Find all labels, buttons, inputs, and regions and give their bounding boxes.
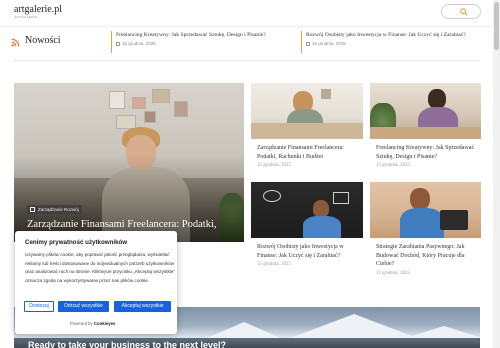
calendar-icon bbox=[116, 41, 120, 46]
news-item-title[interactable]: Freelancing Kreatywny: Jak Sprzedawać Sz… bbox=[116, 31, 266, 39]
card-date: 15 grudnia, 2025 bbox=[376, 163, 411, 168]
card-title[interactable]: Freelancing Kreatywny: Jak Sprzedawać Sz… bbox=[376, 144, 481, 161]
rss-icon bbox=[11, 38, 20, 47]
card-date: 15 grudnia, 2025 bbox=[257, 163, 292, 168]
page: artgalerie.pl ARTGALERIE Nowości Freelan… bbox=[0, 0, 500, 348]
card-image-frame bbox=[321, 89, 331, 99]
news-item[interactable]: Freelancing Kreatywny: Jak Sprzedawać Sz… bbox=[111, 31, 266, 53]
hero-article[interactable]: Zarządzanie Rozwój Zarządzanie Finansami… bbox=[14, 83, 244, 242]
page-scrollbar[interactable] bbox=[493, 0, 500, 348]
news-item-date: 15 grudnia, 2025 bbox=[116, 39, 266, 48]
card-image-person bbox=[400, 208, 444, 238]
banner-title[interactable]: Ready to take your business to the next … bbox=[28, 340, 226, 348]
site-logo[interactable]: artgalerie.pl ARTGALERIE bbox=[14, 4, 62, 19]
card-title[interactable]: Rozwój Osobisty jako Inwestycja w Finans… bbox=[257, 243, 362, 260]
cookie-consent-dialog: Cenimy prywatność użytkowników Używamy p… bbox=[15, 231, 177, 334]
card-image[interactable] bbox=[251, 182, 363, 238]
card-image-person bbox=[428, 89, 446, 109]
powered-by-brand: Cookieyes bbox=[93, 321, 116, 326]
news-heading: Nowości bbox=[25, 35, 61, 46]
card-image-person bbox=[410, 188, 430, 210]
card-image-chalk-drawing bbox=[263, 190, 281, 202]
news-item-title[interactable]: Rozwój Osobisty jako Inwestycja w Finans… bbox=[306, 31, 466, 39]
cookie-customize-button[interactable]: Dostosuj bbox=[24, 301, 54, 312]
site-header: artgalerie.pl ARTGALERIE bbox=[0, 0, 500, 27]
cookie-reject-button[interactable]: Odrzuć wszystkie bbox=[58, 301, 109, 312]
hero-category-badge[interactable]: Zarządzanie Rozwój bbox=[27, 205, 82, 214]
card-title[interactable]: Strategie Zarabiania Pasywnego: Jak Budo… bbox=[376, 243, 481, 269]
hero-category-label: Zarządzanie Rozwój bbox=[38, 207, 79, 212]
card-image-chalk-drawing bbox=[333, 192, 349, 204]
scrollbar-thumb[interactable] bbox=[494, 2, 499, 50]
calendar-icon bbox=[306, 41, 310, 46]
card-image[interactable] bbox=[370, 182, 481, 238]
card-image[interactable] bbox=[370, 83, 481, 139]
news-item[interactable]: Rozwój Osobisty jako Inwestycja w Finans… bbox=[301, 31, 466, 53]
card-title[interactable]: Zarządzanie Finansami Freelancera: Podat… bbox=[257, 144, 362, 161]
powered-by-label: Powered by bbox=[70, 321, 93, 326]
section-divider bbox=[14, 60, 480, 61]
hero-title[interactable]: Zarządzanie Finansami Freelancera: Podat… bbox=[27, 219, 237, 231]
card-image-person bbox=[303, 216, 341, 238]
search-button[interactable] bbox=[441, 4, 481, 19]
logo-text: artgalerie.pl bbox=[14, 4, 63, 15]
search-icon bbox=[460, 8, 468, 16]
folder-icon bbox=[30, 207, 35, 212]
cookie-description: Używamy plików cookie, aby poprawić jako… bbox=[25, 252, 175, 283]
card-image[interactable] bbox=[251, 83, 363, 139]
card-image-laptop bbox=[440, 210, 468, 230]
card-date: 15 grudnia, 2025 bbox=[257, 262, 292, 267]
cookie-accept-button[interactable]: Akceptuj wszystkie bbox=[114, 301, 171, 312]
card-image-desk bbox=[251, 123, 363, 139]
cookie-powered-by[interactable]: Powered by Cookieyes bbox=[70, 321, 115, 326]
news-item-date: 15 grudnia, 2025 bbox=[306, 39, 466, 48]
logo-subtext: ARTGALERIE bbox=[14, 15, 38, 19]
cookie-title: Cenimy prywatność użytkowników bbox=[25, 239, 128, 246]
card-date: 15 grudnia, 2025 bbox=[376, 271, 411, 276]
card-image-desk bbox=[370, 127, 481, 139]
